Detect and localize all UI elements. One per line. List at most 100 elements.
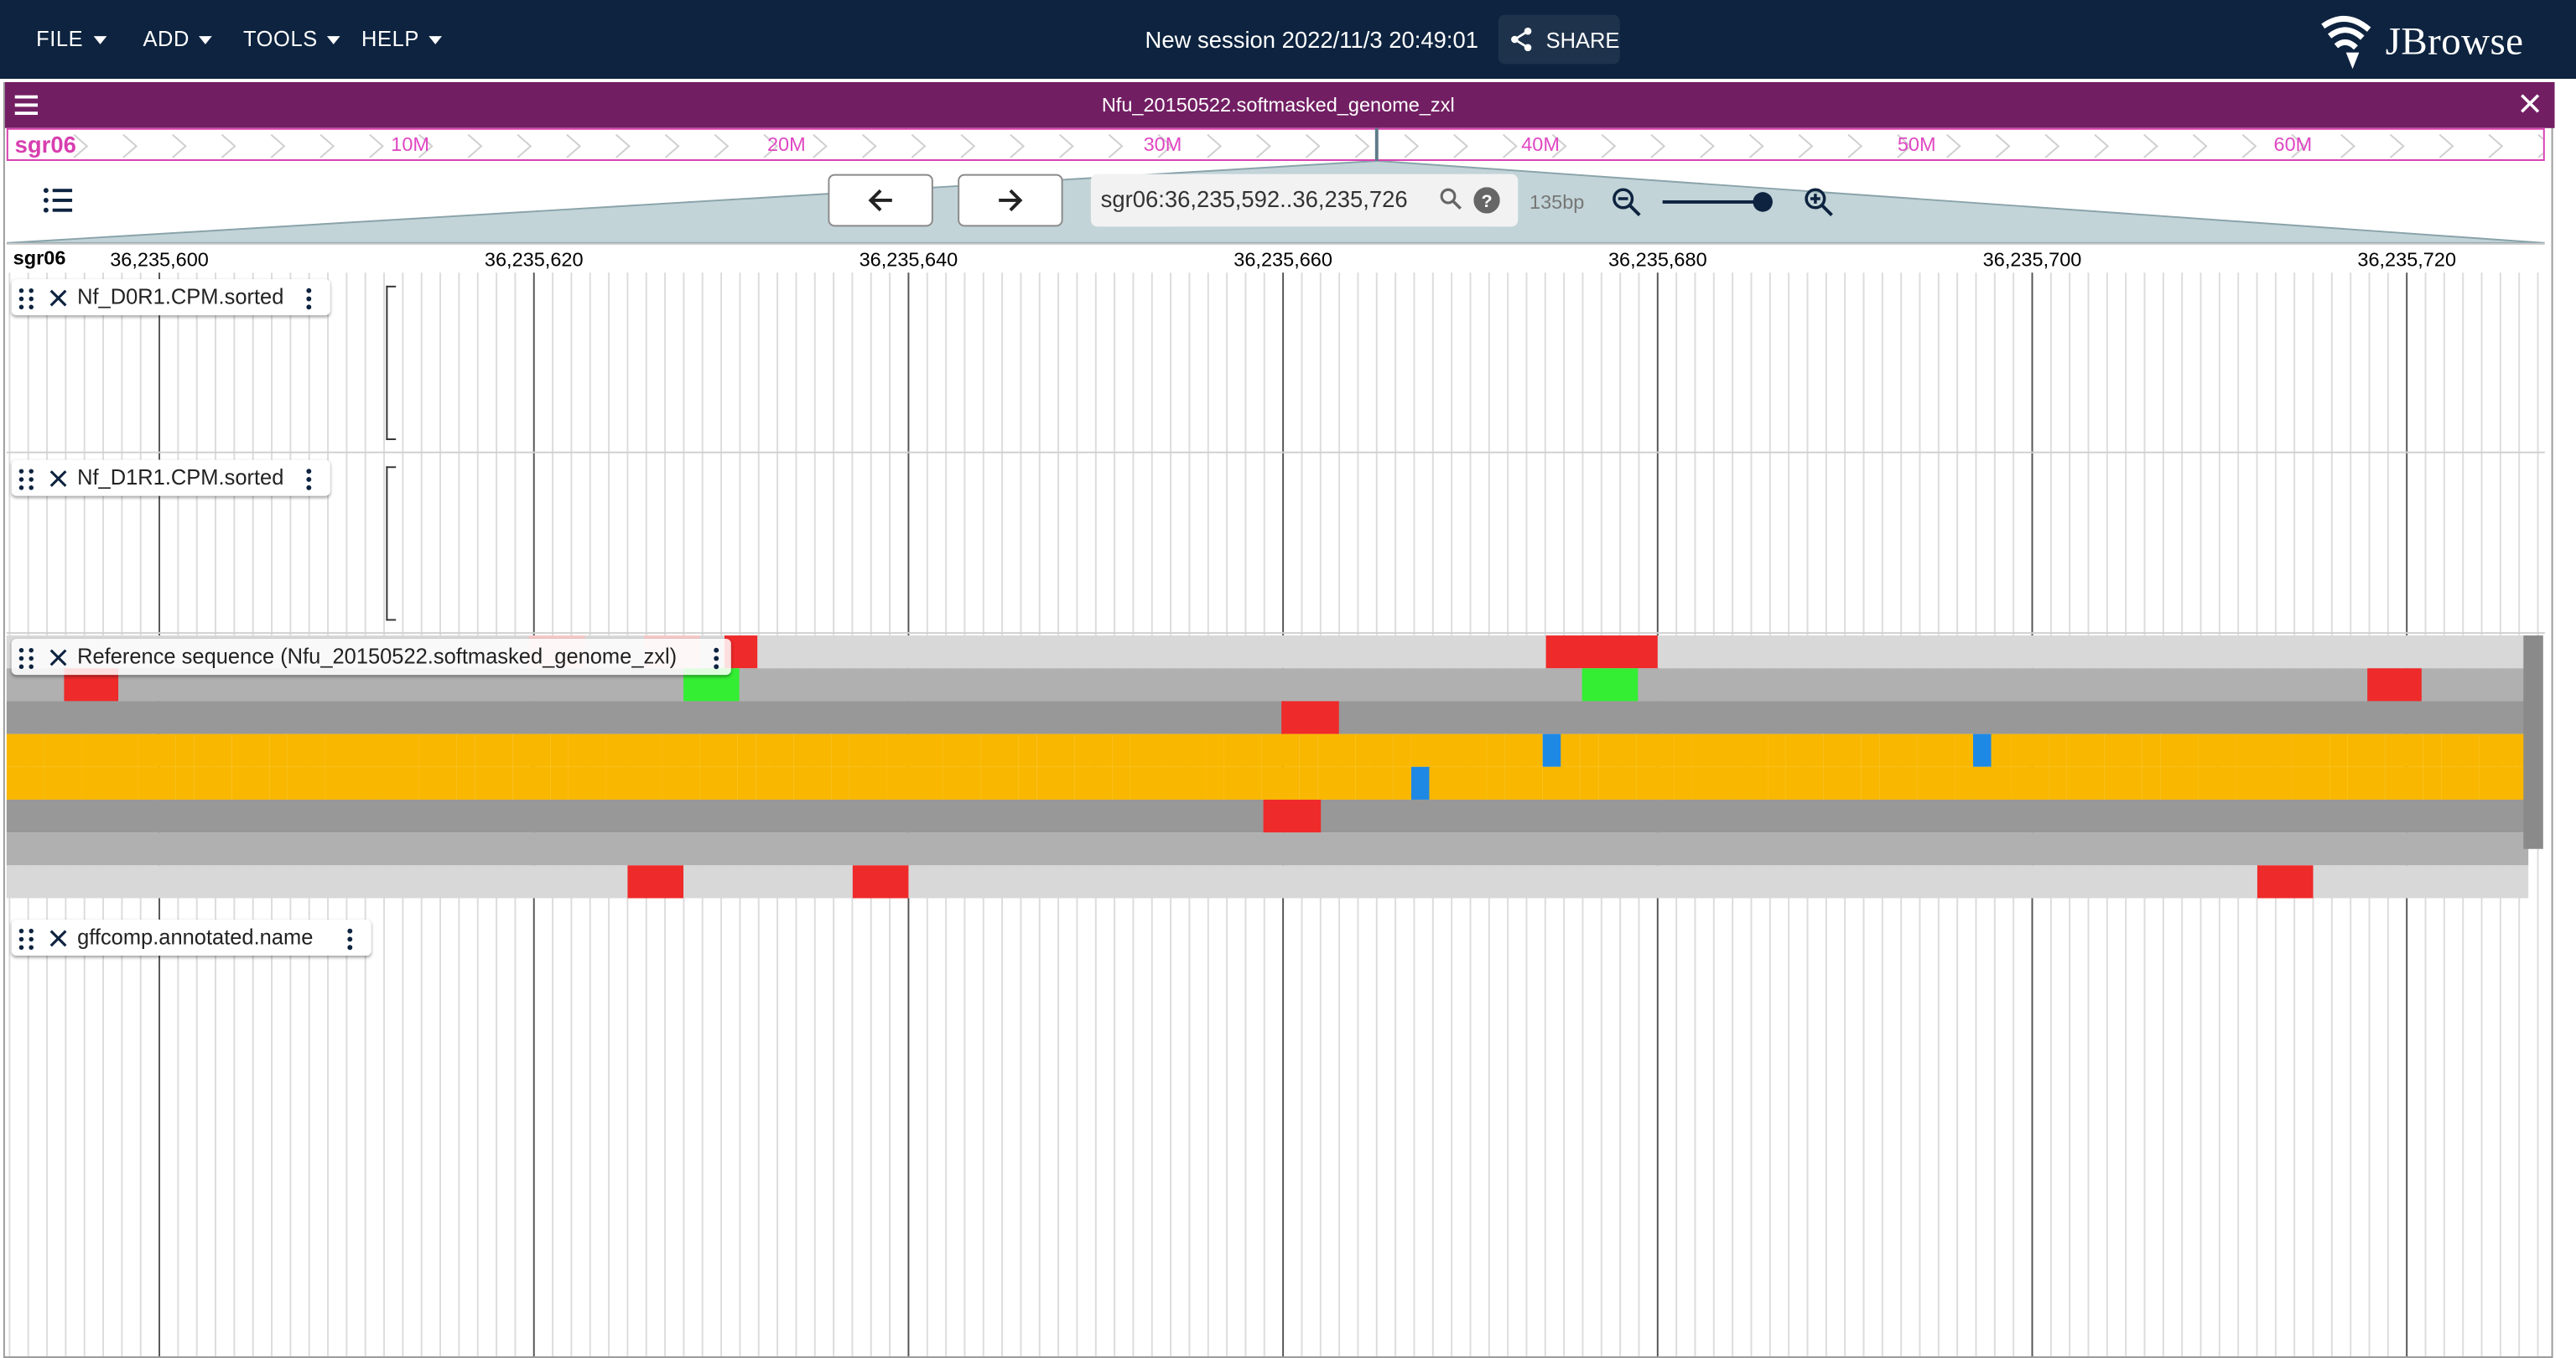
location-input[interactable] [1100, 185, 1430, 212]
forward-strand-row [6, 733, 2536, 767]
track-menu-icon[interactable] [305, 288, 312, 310]
base-block [718, 733, 738, 767]
overview-chevron [2192, 133, 2208, 158]
base-block [1111, 733, 1131, 767]
base-block [1860, 766, 1881, 800]
close-track-icon[interactable] [49, 469, 68, 488]
add-menu[interactable]: ADD [143, 26, 213, 51]
drag-handle-icon[interactable] [18, 468, 35, 490]
overview-chevron [615, 133, 631, 158]
base-block [2235, 733, 2255, 767]
base-block [943, 733, 963, 767]
track-name: Reference sequence (Nfu_20150522.softmas… [77, 643, 678, 669]
share-button[interactable]: SHARE [1498, 14, 1620, 65]
base-block [1673, 733, 1693, 767]
track-nf-d0r1[interactable]: Nf_D0R1.CPM.sorted [6, 272, 2545, 454]
base-block [2441, 733, 2461, 767]
help-menu[interactable]: HELP [361, 26, 443, 51]
drag-handle-icon[interactable] [18, 647, 35, 670]
overview-tick: 10M [391, 132, 430, 157]
base-block [1036, 733, 1057, 767]
drag-handle-icon[interactable] [18, 928, 35, 951]
track-label: Nf_D0R1.CPM.sorted [11, 279, 330, 316]
base-block [287, 766, 308, 800]
zoom-in-icon[interactable] [1804, 187, 1833, 216]
base-block [118, 733, 139, 767]
add-menu-label: ADD [143, 26, 190, 51]
overview-chevron [714, 133, 730, 158]
overview-chevron [2143, 133, 2158, 158]
base-block [156, 733, 176, 767]
track-gffcomp[interactable]: gffcomp.annotated.name [7, 913, 2545, 1356]
base-block [2479, 766, 2499, 800]
base-block [1617, 766, 1637, 800]
base-block [868, 733, 888, 767]
base-block [325, 766, 345, 800]
overview-chevron [2241, 133, 2257, 158]
base-block [2160, 733, 2180, 767]
overview-chevron [960, 133, 976, 158]
base-block [1916, 766, 1937, 800]
base-block [1711, 733, 1731, 767]
coordinate-ruler[interactable]: sgr06 36,235,600 36,235,620 36,235,640 3… [6, 242, 2545, 275]
overview-chrom-label: sgr06 [14, 131, 76, 158]
base-block [1748, 766, 1768, 800]
base-block [1767, 733, 1787, 767]
base-block [1486, 733, 1506, 767]
track-selector-icon[interactable] [43, 187, 73, 213]
base-block [1430, 733, 1450, 767]
base-block [231, 766, 252, 800]
base-block [1598, 733, 1618, 767]
base-block [2028, 733, 2049, 767]
close-icon[interactable] [2520, 94, 2540, 114]
caret-down-icon [428, 36, 443, 45]
zoom-out-icon[interactable] [1612, 187, 1641, 216]
base-block [81, 766, 101, 800]
base-block [25, 766, 45, 800]
base-block [2010, 733, 2030, 767]
base-block [2179, 733, 2199, 767]
translation-frame-row [6, 832, 2529, 866]
close-track-icon[interactable] [49, 930, 68, 948]
base-block [1823, 733, 1843, 767]
base-block [1561, 766, 1581, 800]
tools-menu[interactable]: TOOLS [243, 26, 341, 51]
base-block [1130, 733, 1150, 767]
app-bar: FILE ADD TOOLS HELP New session 2022/11/… [0, 0, 2576, 80]
base-block [1223, 733, 1244, 767]
base-block [2366, 766, 2386, 800]
base-block [2141, 733, 2162, 767]
drag-handle-icon[interactable] [18, 288, 35, 310]
location-search-box[interactable]: ? [1090, 174, 1519, 227]
overview-chevron [1650, 133, 1666, 158]
base-block [2291, 766, 2311, 800]
track-menu-icon[interactable] [346, 928, 353, 951]
base-block [399, 733, 420, 767]
overview-chevron [1108, 133, 1124, 158]
track-menu-icon[interactable] [305, 468, 312, 490]
base-block [1617, 733, 1637, 767]
track-menu-icon[interactable] [713, 647, 719, 670]
base-block [1186, 733, 1207, 767]
base-block [1374, 733, 1394, 767]
session-title[interactable]: New session 2022/11/3 20:49:01 [1145, 26, 1479, 52]
base-block [1410, 733, 1431, 767]
base-block [1916, 733, 1937, 767]
base-block [2028, 766, 2049, 800]
overview-scalebar[interactable]: sgr06 10M 20M 30M 40M 50M 60M [6, 127, 2545, 161]
file-menu[interactable]: FILE [36, 26, 106, 51]
base-block [1430, 766, 1450, 800]
scroll-right-button[interactable] [958, 174, 1063, 227]
base-block [44, 733, 64, 767]
base-block [1317, 733, 1337, 767]
scroll-left-button[interactable] [828, 174, 933, 227]
base-block [1017, 733, 1038, 767]
track-nf-d1r1[interactable]: Nf_D1R1.CPM.sorted [6, 454, 2545, 635]
base-block [194, 733, 214, 767]
help-icon[interactable]: ? [1473, 187, 1500, 214]
search-icon[interactable] [1439, 187, 1462, 210]
overview-chevron [1700, 133, 1715, 158]
close-track-icon[interactable] [49, 289, 68, 308]
close-track-icon[interactable] [49, 649, 68, 667]
base-block [1785, 766, 1805, 800]
